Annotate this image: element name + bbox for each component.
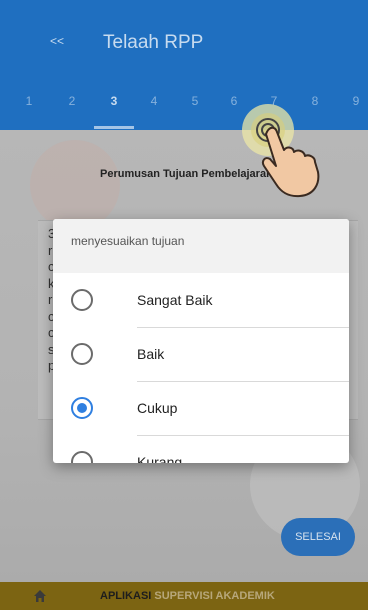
dialog-title: menyesuaikan tujuan: [71, 234, 185, 248]
option-label: Kurang: [137, 454, 183, 463]
rating-dialog: menyesuaikan tujuan Sangat Baik Baik Cuk…: [53, 219, 349, 463]
tab-9[interactable]: 9: [344, 94, 368, 108]
tab-2[interactable]: 2: [60, 94, 84, 108]
tap-hand-icon: [242, 104, 320, 198]
option-sangat-baik[interactable]: Sangat Baik: [53, 273, 349, 327]
app-bar: << Telaah RPP: [0, 0, 368, 80]
radio-button[interactable]: [71, 343, 93, 365]
back-button[interactable]: <<: [50, 34, 64, 48]
option-label: Sangat Baik: [137, 292, 213, 308]
option-kurang[interactable]: Kurang: [53, 435, 349, 463]
active-tab-indicator: [94, 126, 134, 129]
bottom-bar: APLIKASI SUPERVISI AKADEMIK: [0, 582, 368, 610]
tab-4[interactable]: 4: [142, 94, 166, 108]
radio-button[interactable]: [71, 289, 93, 311]
home-icon[interactable]: [33, 589, 47, 603]
brand-name-part1: APLIKASI: [100, 590, 152, 602]
tab-3[interactable]: 3: [102, 94, 126, 108]
radio-button-selected[interactable]: [71, 397, 93, 419]
option-baik[interactable]: Baik: [53, 327, 349, 381]
dialog-header: menyesuaikan tujuan: [53, 219, 349, 273]
option-label: Cukup: [137, 400, 178, 416]
page-title: Telaah RPP: [103, 32, 204, 53]
brand-name-part2: SUPERVISI AKADEMIK: [154, 590, 275, 602]
tab-5[interactable]: 5: [183, 94, 207, 108]
radio-button[interactable]: [71, 451, 93, 463]
tab-1[interactable]: 1: [17, 94, 41, 108]
option-cukup[interactable]: Cukup: [53, 381, 349, 435]
app-brand: APLIKASI SUPERVISI AKADEMIK: [100, 590, 275, 602]
option-label: Baik: [137, 346, 165, 362]
background-illustration: [30, 140, 120, 230]
finish-button[interactable]: SELESAI: [281, 518, 355, 556]
